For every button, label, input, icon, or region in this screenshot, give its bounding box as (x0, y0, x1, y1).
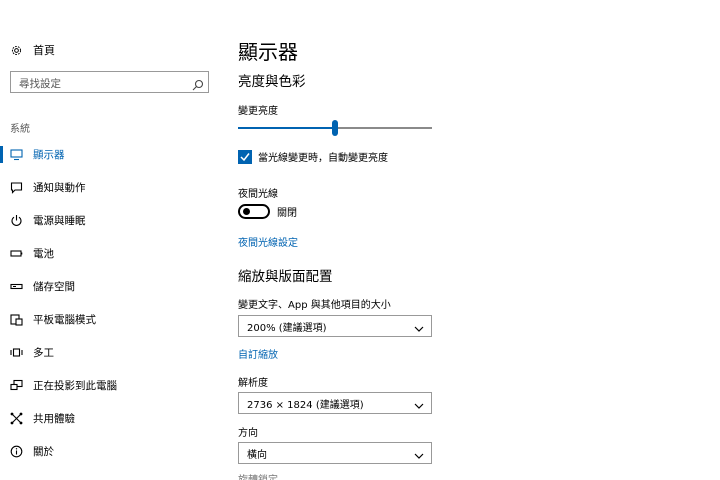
indicator (0, 344, 3, 361)
orientation-value: 橫向 (247, 449, 267, 461)
scale-label: 變更文字、App 與其他項目的大小 (238, 300, 391, 311)
indicator (0, 443, 3, 460)
indicator (0, 212, 3, 229)
indicator (0, 179, 3, 196)
slider-thumb[interactable] (332, 120, 338, 136)
night-light-settings-link[interactable]: 夜間光線設定 (238, 234, 298, 249)
orientation-label: 方向 (238, 428, 258, 439)
sidebar-item-label: 正在投影到此電腦 (33, 380, 117, 392)
slider-track-empty (335, 127, 432, 129)
auto-brightness-checkbox[interactable] (238, 149, 252, 164)
scale-value: 200% (建議選項) (247, 322, 327, 334)
projecting-icon (10, 379, 23, 392)
gear-icon (10, 44, 23, 57)
sidebar-item-multitasking[interactable]: 多工 (0, 336, 228, 369)
sidebar-item-label: 平板電腦模式 (33, 314, 96, 326)
orientation-dropdown[interactable]: 橫向 (238, 442, 432, 464)
sidebar-item-label: 電池 (33, 248, 54, 260)
rotation-lock-label: 旋轉鎖定 (238, 471, 278, 480)
night-light-toggle-row[interactable]: 關閉 (238, 204, 297, 219)
sidebar: 首頁 系統 顯示器 通知與動作 電源與睡眠 電池 (0, 0, 228, 480)
toggle-knob (243, 208, 250, 215)
resolution-dropdown[interactable]: 2736 × 1824 (建議選項) (238, 392, 432, 414)
sidebar-item-storage[interactable]: 儲存空間 (0, 270, 228, 303)
monitor-icon (10, 148, 23, 161)
notification-icon (10, 181, 23, 194)
sidebar-item-label: 顯示器 (33, 149, 65, 161)
battery-icon (10, 247, 23, 260)
sidebar-item-battery[interactable]: 電池 (0, 237, 228, 270)
checkmark-icon (240, 152, 250, 161)
night-light-state: 關閉 (277, 208, 297, 219)
search-box[interactable] (10, 71, 209, 94)
sidebar-item-about[interactable]: 關於 (0, 435, 228, 468)
brightness-slider[interactable] (238, 118, 432, 138)
info-icon (10, 445, 23, 458)
night-light-label: 夜間光線 (238, 189, 278, 200)
sidebar-item-projecting[interactable]: 正在投影到此電腦 (0, 369, 228, 402)
auto-brightness-label: 當光線變更時，自動變更亮度 (258, 153, 388, 164)
indicator (0, 245, 3, 262)
active-indicator (0, 146, 3, 163)
chevron-down-icon (413, 320, 425, 332)
sidebar-item-label: 關於 (33, 446, 54, 458)
sidebar-item-label: 儲存空間 (33, 281, 75, 293)
sidebar-item-notifications[interactable]: 通知與動作 (0, 171, 228, 204)
storage-icon (10, 280, 23, 293)
search-input[interactable] (11, 74, 181, 94)
chevron-down-icon (413, 397, 425, 409)
indicator (0, 278, 3, 295)
tablet-mode-icon (10, 313, 23, 326)
sidebar-item-tablet-mode[interactable]: 平板電腦模式 (0, 303, 228, 336)
indicator (0, 377, 3, 394)
shared-experiences-icon (10, 412, 23, 425)
sidebar-item-label: 多工 (33, 347, 54, 359)
search-icon[interactable] (192, 76, 204, 91)
page-title: 顯示器 (238, 40, 298, 64)
section-label-system: 系統 (10, 124, 30, 135)
scale-layout-heading: 縮放與版面配置 (238, 269, 333, 285)
main-content: 顯示器 亮度與色彩 變更亮度 當光線變更時，自動變更亮度 夜間光線 關閉 夜間光… (238, 0, 708, 480)
brightness-heading: 亮度與色彩 (238, 74, 306, 90)
power-icon (10, 214, 23, 227)
sidebar-item-power[interactable]: 電源與睡眠 (0, 204, 228, 237)
indicator (0, 311, 3, 328)
sidebar-item-shared-experiences[interactable]: 共用體驗 (0, 402, 228, 435)
home-nav-item[interactable]: 首頁 (10, 41, 55, 59)
custom-scale-link[interactable]: 自訂縮放 (238, 346, 278, 361)
chevron-down-icon (413, 447, 425, 459)
sidebar-item-label: 通知與動作 (33, 182, 86, 194)
brightness-slider-label: 變更亮度 (238, 106, 278, 117)
home-label: 首頁 (33, 44, 55, 57)
sidebar-item-label: 共用體驗 (33, 413, 75, 425)
sidebar-item-display[interactable]: 顯示器 (0, 138, 228, 171)
multitasking-icon (10, 346, 23, 359)
scale-dropdown[interactable]: 200% (建議選項) (238, 315, 432, 337)
sidebar-item-label: 電源與睡眠 (33, 215, 86, 227)
auto-brightness-option[interactable]: 當光線變更時，自動變更亮度 (238, 149, 388, 164)
resolution-label: 解析度 (238, 378, 268, 389)
night-light-toggle[interactable] (238, 204, 270, 219)
resolution-value: 2736 × 1824 (建議選項) (247, 399, 364, 411)
indicator (0, 410, 3, 427)
slider-track-filled (238, 127, 335, 129)
